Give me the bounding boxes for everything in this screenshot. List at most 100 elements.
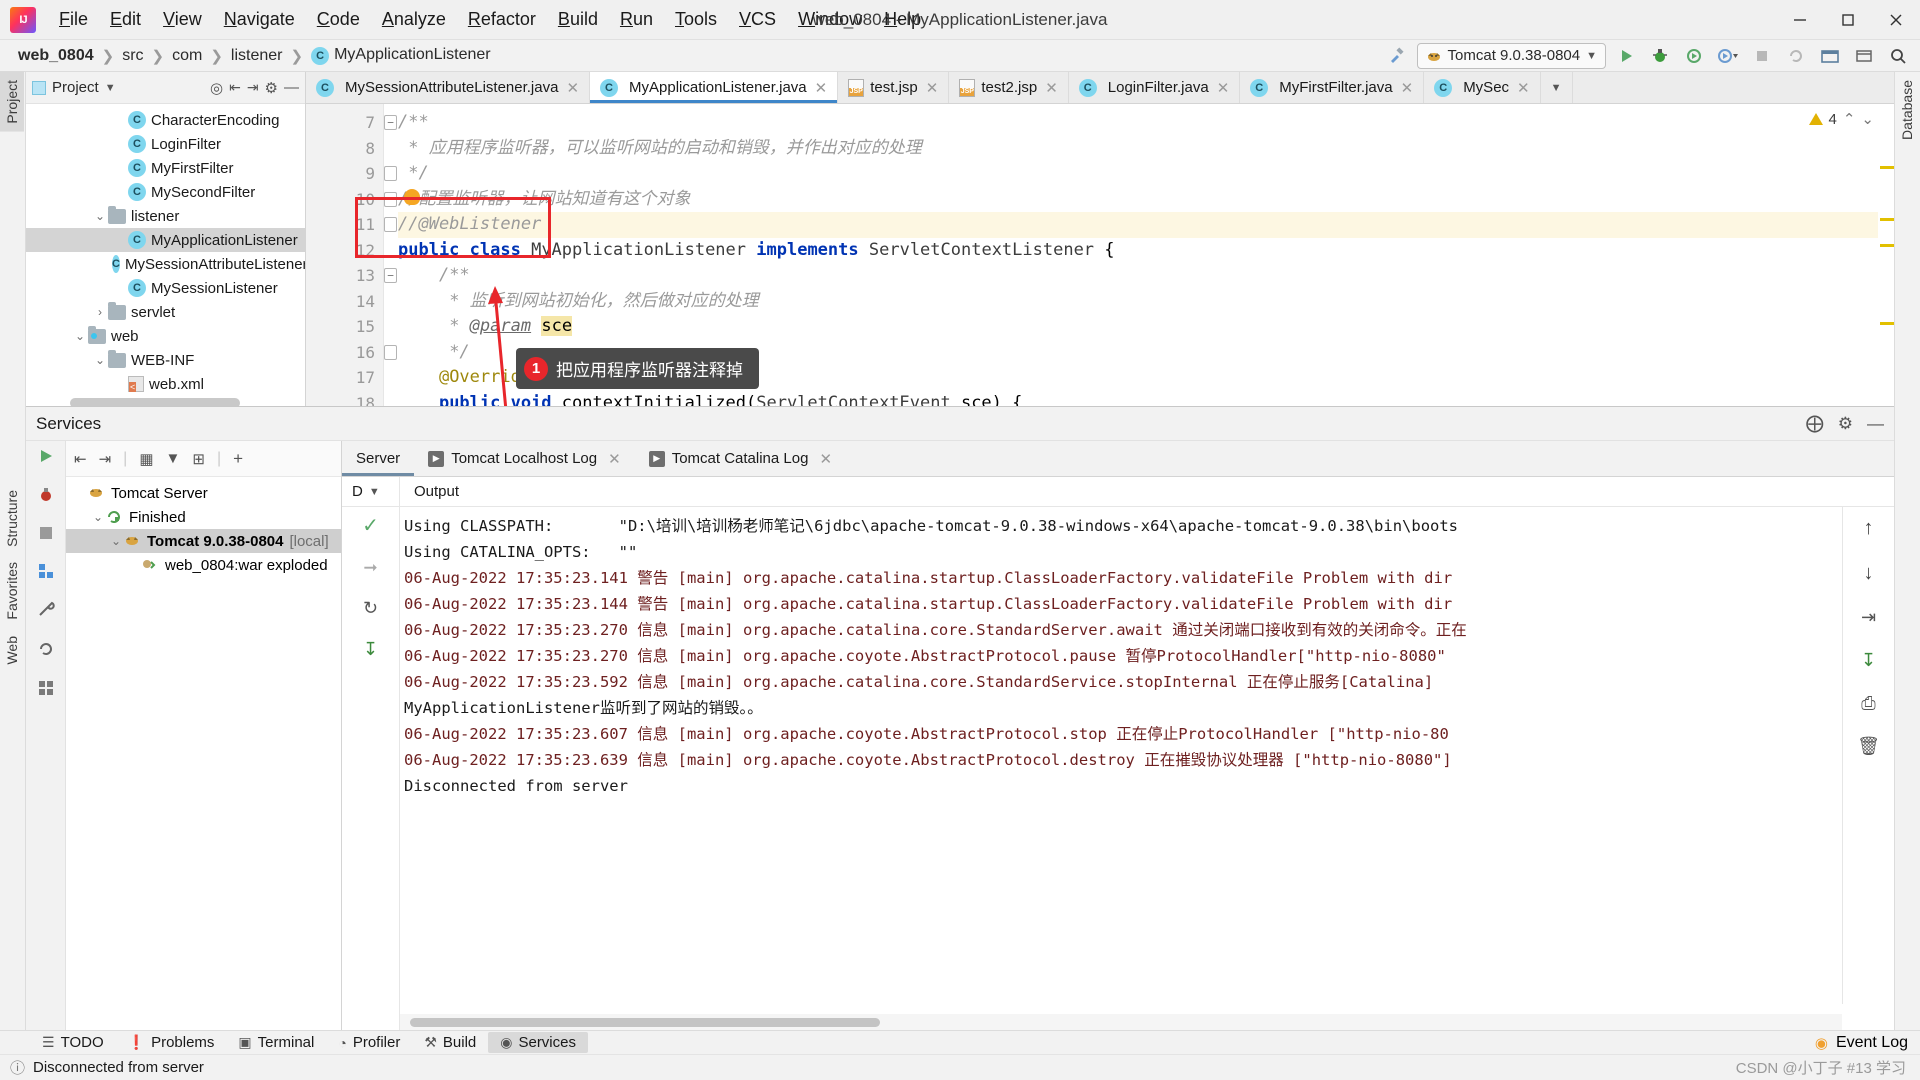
maximize-icon[interactable] [1824, 0, 1872, 40]
log-tab-0[interactable]: Server [342, 441, 414, 476]
bottom-tab-todo[interactable]: ☰TODO [30, 1032, 116, 1053]
hide-icon[interactable]: — [1867, 414, 1884, 434]
grid-icon[interactable] [37, 679, 55, 702]
chevron-right-icon[interactable]: › [92, 305, 108, 319]
output-dropdown[interactable]: D ▼ [342, 477, 400, 506]
line-number[interactable]: 10− [306, 187, 383, 213]
menu-item-run[interactable]: Run [609, 5, 664, 34]
project-tree-item[interactable]: ⌄listener [26, 204, 305, 228]
close-icon[interactable]: ✕ [1401, 79, 1414, 97]
line-number[interactable]: 8 [306, 136, 383, 162]
filter-icon[interactable]: ▼ [166, 450, 181, 467]
next-highlight-icon[interactable]: ⌄ [1861, 110, 1874, 128]
stop-icon[interactable] [38, 525, 54, 546]
editor-tab-6[interactable]: CMySec✕ [1424, 72, 1540, 103]
project-tree-item[interactable]: CMySecondFilter [26, 180, 305, 204]
project-tree-item[interactable]: CCharacterEncoding [26, 108, 305, 132]
code-line[interactable]: public class MyApplicationListener imple… [398, 238, 1894, 264]
editor-tab-0[interactable]: CMySessionAttributeListener.java✕ [306, 72, 590, 103]
line-number[interactable]: 13− [306, 263, 383, 289]
chevron-down-icon[interactable]: ⌄ [108, 534, 124, 548]
breadcrumb-item-2[interactable]: com [168, 46, 206, 66]
hammer-icon[interactable] [1383, 42, 1411, 70]
plus-icon[interactable]: + [233, 449, 243, 469]
close-icon[interactable]: ✕ [815, 79, 828, 97]
menu-item-tools[interactable]: Tools [664, 5, 728, 34]
bottom-tab-profiler[interactable]: ◔Profiler [326, 1032, 412, 1053]
project-tree-item[interactable]: CMyApplicationListener [26, 228, 305, 252]
gear-icon[interactable]: ⚙ [265, 79, 278, 97]
hide-icon[interactable]: — [284, 79, 299, 96]
menu-item-edit[interactable]: Edit [99, 5, 152, 34]
close-icon[interactable]: ✕ [608, 450, 621, 468]
code-line[interactable]: * @param sce [398, 314, 1894, 340]
line-number[interactable]: 17 [306, 365, 383, 391]
debug-icon[interactable] [1646, 42, 1674, 70]
project-tree-item[interactable]: ›servlet [26, 300, 305, 324]
debug-icon[interactable] [37, 486, 55, 509]
project-tree-item[interactable]: CMyFirstFilter [26, 156, 305, 180]
search-everywhere-icon[interactable] [1816, 42, 1844, 70]
run-icon[interactable] [37, 447, 55, 470]
chevron-down-icon[interactable]: ⌄ [92, 353, 108, 367]
sidebar-item-project[interactable]: Project [0, 72, 24, 132]
line-number[interactable]: 16 [306, 340, 383, 366]
run-configuration-selector[interactable]: Tomcat 9.0.38-0804 ▼ [1417, 43, 1606, 69]
project-tree-item[interactable]: CLoginFilter [26, 132, 305, 156]
inspection-marker-bar[interactable] [1878, 136, 1894, 406]
code-line[interactable]: //配置监听器，让网站知道有这个对象 [398, 187, 1894, 213]
scroll-end-icon[interactable]: ↧ [1861, 650, 1876, 671]
menu-item-refactor[interactable]: Refactor [457, 5, 547, 34]
line-number[interactable]: 15 [306, 314, 383, 340]
settings-icon[interactable] [1850, 42, 1878, 70]
sidebar-item-favorites[interactable]: Favorites [0, 554, 24, 628]
run-with-coverage-icon[interactable] [1680, 42, 1708, 70]
editor-tab-2[interactable]: JSPtest.jsp✕ [838, 72, 949, 103]
code-line[interactable]: public void contextInitialized(ServletCo… [398, 391, 1894, 407]
search-icon[interactable] [1884, 42, 1912, 70]
code-line[interactable]: /** [398, 263, 1894, 289]
services-tree-item[interactable]: web_0804:war exploded [66, 553, 341, 577]
close-icon[interactable]: ✕ [566, 79, 579, 97]
chevron-down-icon[interactable]: ▼ [105, 82, 116, 94]
code-line[interactable]: //@WebListener [398, 212, 1894, 238]
breadcrumb-item-4[interactable]: CMyApplicationListener [307, 45, 495, 66]
log-output[interactable]: Using CLASSPATH: "D:\培训\培训杨老师笔记\6jdbc\ap… [400, 507, 1894, 1030]
close-icon[interactable]: ✕ [926, 79, 939, 97]
breadcrumb-item-3[interactable]: listener [227, 46, 287, 66]
log-horizontal-scrollbar[interactable] [400, 1014, 1842, 1030]
line-number[interactable]: 9 [306, 161, 383, 187]
project-tree-item[interactable]: ⌄WEB-INF [26, 348, 305, 372]
run-icon[interactable] [1612, 42, 1640, 70]
structure-icon[interactable] [37, 562, 55, 585]
rerun-arrow-icon[interactable]: ➞ [363, 558, 377, 578]
rerun-icon[interactable] [37, 640, 55, 663]
menu-item-help[interactable]: Help [873, 5, 932, 34]
menu-item-vcs[interactable]: VCS [728, 5, 787, 34]
editor-tab-4[interactable]: CLoginFilter.java✕ [1069, 72, 1240, 103]
add-service-icon[interactable]: ⨁ [1806, 413, 1824, 434]
collapse-all-icon[interactable]: ⇥ [247, 79, 259, 96]
close-icon[interactable]: ✕ [1217, 79, 1230, 97]
group-icon[interactable]: ▦ [139, 450, 153, 468]
locate-icon[interactable]: ◎ [210, 79, 223, 97]
services-tree-item[interactable]: ⌄Tomcat 9.0.38-0804[local] [66, 529, 341, 553]
sidebar-item-database[interactable]: Database [1895, 72, 1919, 148]
menu-item-build[interactable]: Build [547, 5, 609, 34]
chevron-down-icon[interactable]: ⌄ [72, 329, 88, 343]
tab-overflow-chevron-down-icon[interactable]: ▼ [1541, 72, 1573, 103]
log-tab-1[interactable]: ▶Tomcat Localhost Log✕ [414, 441, 635, 476]
breadcrumb-item-0[interactable]: web_0804 [14, 46, 98, 66]
chevron-down-icon[interactable]: ⌄ [90, 510, 106, 524]
up-arrow-icon[interactable]: ↑ [1864, 517, 1874, 540]
close-icon[interactable]: ✕ [819, 450, 832, 468]
services-tree-item[interactable]: ⌄Finished [66, 505, 341, 529]
menu-item-file[interactable]: File [48, 5, 99, 34]
line-number[interactable]: 12 [306, 238, 383, 264]
menu-item-window[interactable]: Window [787, 5, 873, 34]
add-tab-icon[interactable]: ⊞ [192, 450, 205, 468]
expand-all-icon[interactable]: ⇤ [229, 79, 241, 96]
log-tab-2[interactable]: ▶Tomcat Catalina Log✕ [635, 441, 846, 476]
line-number[interactable]: 14 [306, 289, 383, 315]
services-tree[interactable]: Tomcat Server⌄Finished⌄Tomcat 9.0.38-080… [66, 477, 341, 577]
